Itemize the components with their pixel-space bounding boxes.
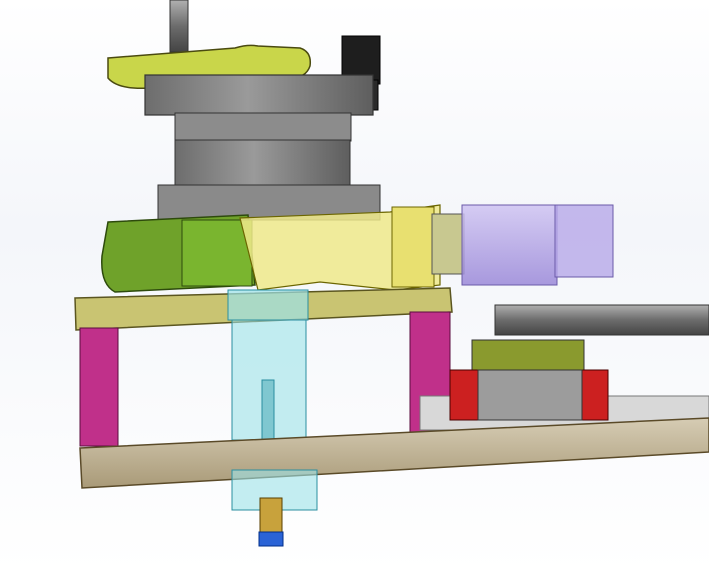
green-housing-face <box>181 219 253 287</box>
purple-cylinder <box>461 204 558 286</box>
coupler-ring <box>431 213 465 275</box>
cyan-upper <box>227 289 309 321</box>
motor-ring <box>174 112 352 142</box>
coupler-clamp <box>391 206 435 288</box>
blue-tip <box>258 531 284 547</box>
left-pillar <box>79 327 119 447</box>
motor-top-flange <box>144 74 374 116</box>
brass-nozzle <box>259 497 283 537</box>
purple-cylinder-end <box>554 204 614 278</box>
carriage-block <box>477 369 583 421</box>
cyan-spindle <box>261 379 275 441</box>
cad-assembly-scene <box>0 0 709 572</box>
motor-body <box>174 139 351 191</box>
horizontal-rod <box>494 304 709 336</box>
vertical-shaft <box>169 0 189 53</box>
base-plate <box>79 417 709 489</box>
carriage-top <box>471 339 585 375</box>
